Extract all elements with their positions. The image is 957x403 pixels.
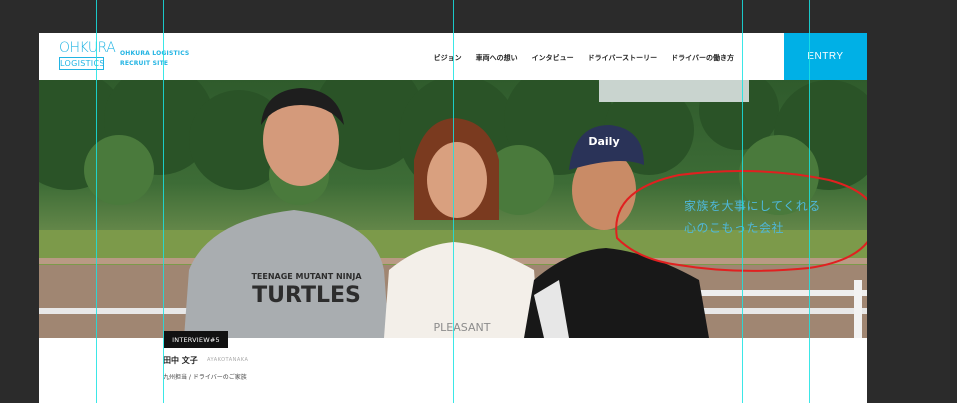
middle-shirt-text: PLEASANT xyxy=(433,321,491,334)
nav-item-interview[interactable]: インタビュー xyxy=(532,53,574,63)
nav-item-driver-story[interactable]: ドライバーストーリー xyxy=(588,53,658,63)
guide-line xyxy=(453,0,454,403)
person-name: 田中 文子 xyxy=(163,356,198,365)
hero-caption: 家族を大事にしてくれる 心のこもった会社 xyxy=(684,195,821,239)
site-logo[interactable]: OHKURA LOGISTICS xyxy=(59,40,116,72)
main-nav: ビジョン 車両への想い インタビュー ドライバーストーリー ドライバーの働き方 xyxy=(434,53,734,63)
cap-logo: Daily xyxy=(588,135,620,148)
nav-item-vehicles[interactable]: 車両への想い xyxy=(476,53,518,63)
site-tagline-line1: OHKURA LOGISTICS xyxy=(120,50,190,57)
site-tagline-line2: RECRUIT SITE xyxy=(120,60,169,67)
nav-item-work-style[interactable]: ドライバーの働き方 xyxy=(671,53,734,63)
site-tagline: OHKURA LOGISTICS RECRUIT SITE xyxy=(120,49,189,69)
shirt-text-main: TURTLES xyxy=(252,283,361,308)
hero-caption-line1: 家族を大事にしてくれる xyxy=(684,199,821,213)
guide-line xyxy=(163,0,164,403)
guide-line xyxy=(809,0,810,403)
guide-line xyxy=(96,0,97,403)
logo-text-top: OHKURA xyxy=(59,40,116,56)
person-name-roman: AYAKOTANAKA xyxy=(207,357,249,363)
logo-text-bottom: LOGISTICS xyxy=(59,57,105,70)
shirt-text-top: TEENAGE MUTANT NINJA xyxy=(251,272,362,281)
interview-tag: INTERVIEW#5 xyxy=(164,331,228,348)
nav-item-vision[interactable]: ビジョン xyxy=(434,53,462,63)
hero-caption-line2: 心のこもった会社 xyxy=(684,221,785,235)
guide-line xyxy=(742,0,743,403)
entry-button[interactable]: ENTRY xyxy=(784,33,867,80)
person-role: 九州担当 / ドライバーのご家族 xyxy=(163,374,247,381)
